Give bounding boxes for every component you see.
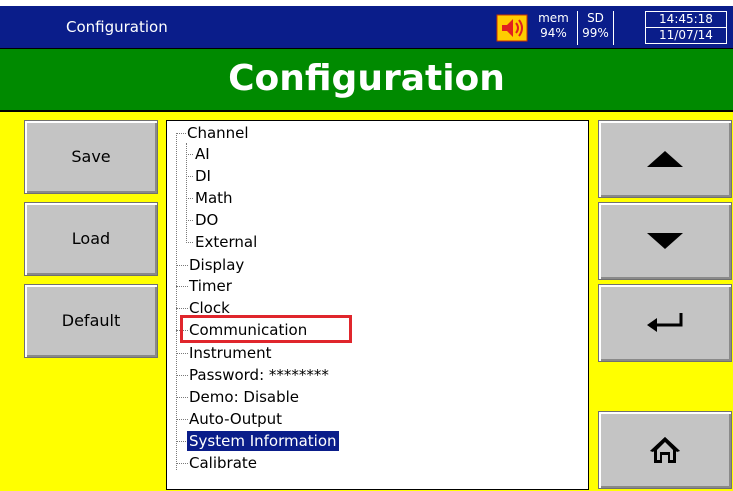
tree-item-di[interactable]: DI (195, 166, 211, 186)
arrow-up-icon (647, 151, 683, 167)
tree-item-auto-output[interactable]: Auto-Output (189, 409, 282, 429)
enter-button[interactable] (598, 284, 732, 362)
tree-item-password[interactable]: Password: ******** (189, 365, 329, 385)
sd-value: 99% (582, 26, 609, 40)
window-title: Configuration (66, 18, 168, 36)
home-icon (650, 437, 680, 463)
save-button[interactable]: Save (24, 120, 158, 194)
home-button[interactable] (598, 411, 732, 489)
enter-icon (647, 313, 683, 332)
config-tree[interactable]: Channel AI DI Math DO External Display T… (166, 120, 589, 490)
page-header: Configuration (0, 48, 733, 112)
page-title: Configuration (228, 58, 505, 99)
tree-item-display[interactable]: Display (189, 255, 244, 275)
sd-label: SD (587, 11, 604, 25)
tree-item-do[interactable]: DO (195, 210, 218, 230)
tree-item-timer[interactable]: Timer (189, 276, 232, 296)
tree-item-demo[interactable]: Demo: Disable (189, 387, 299, 407)
arrow-down-icon (647, 233, 683, 249)
scroll-down-button[interactable] (598, 202, 732, 280)
tree-item-channel[interactable]: Channel (187, 123, 249, 143)
memory-value: 94% (540, 26, 567, 40)
default-button[interactable]: Default (24, 284, 158, 358)
memory-label: mem (538, 11, 569, 25)
datetime-display: 14:45:18 11/07/14 (645, 11, 727, 45)
load-button[interactable]: Load (24, 202, 158, 276)
scroll-up-button[interactable] (598, 120, 732, 198)
tree-item-ai[interactable]: AI (195, 144, 210, 164)
tree-item-math[interactable]: Math (195, 188, 233, 208)
tree-item-system-information[interactable]: System Information (187, 431, 339, 451)
highlight-box (180, 315, 352, 343)
tree-item-instrument[interactable]: Instrument (189, 343, 272, 363)
speaker-icon[interactable] (496, 14, 528, 42)
time-value: 14:45:18 (645, 11, 727, 27)
date-value: 11/07/14 (645, 27, 727, 44)
title-bar: Configuration mem 94% SD 99% 14:45:18 11… (0, 6, 733, 48)
tree-item-calibrate[interactable]: Calibrate (189, 453, 257, 473)
memory-status: mem 94% (530, 11, 578, 45)
sd-status: SD 99% (578, 11, 614, 45)
tree-item-external[interactable]: External (195, 232, 257, 252)
